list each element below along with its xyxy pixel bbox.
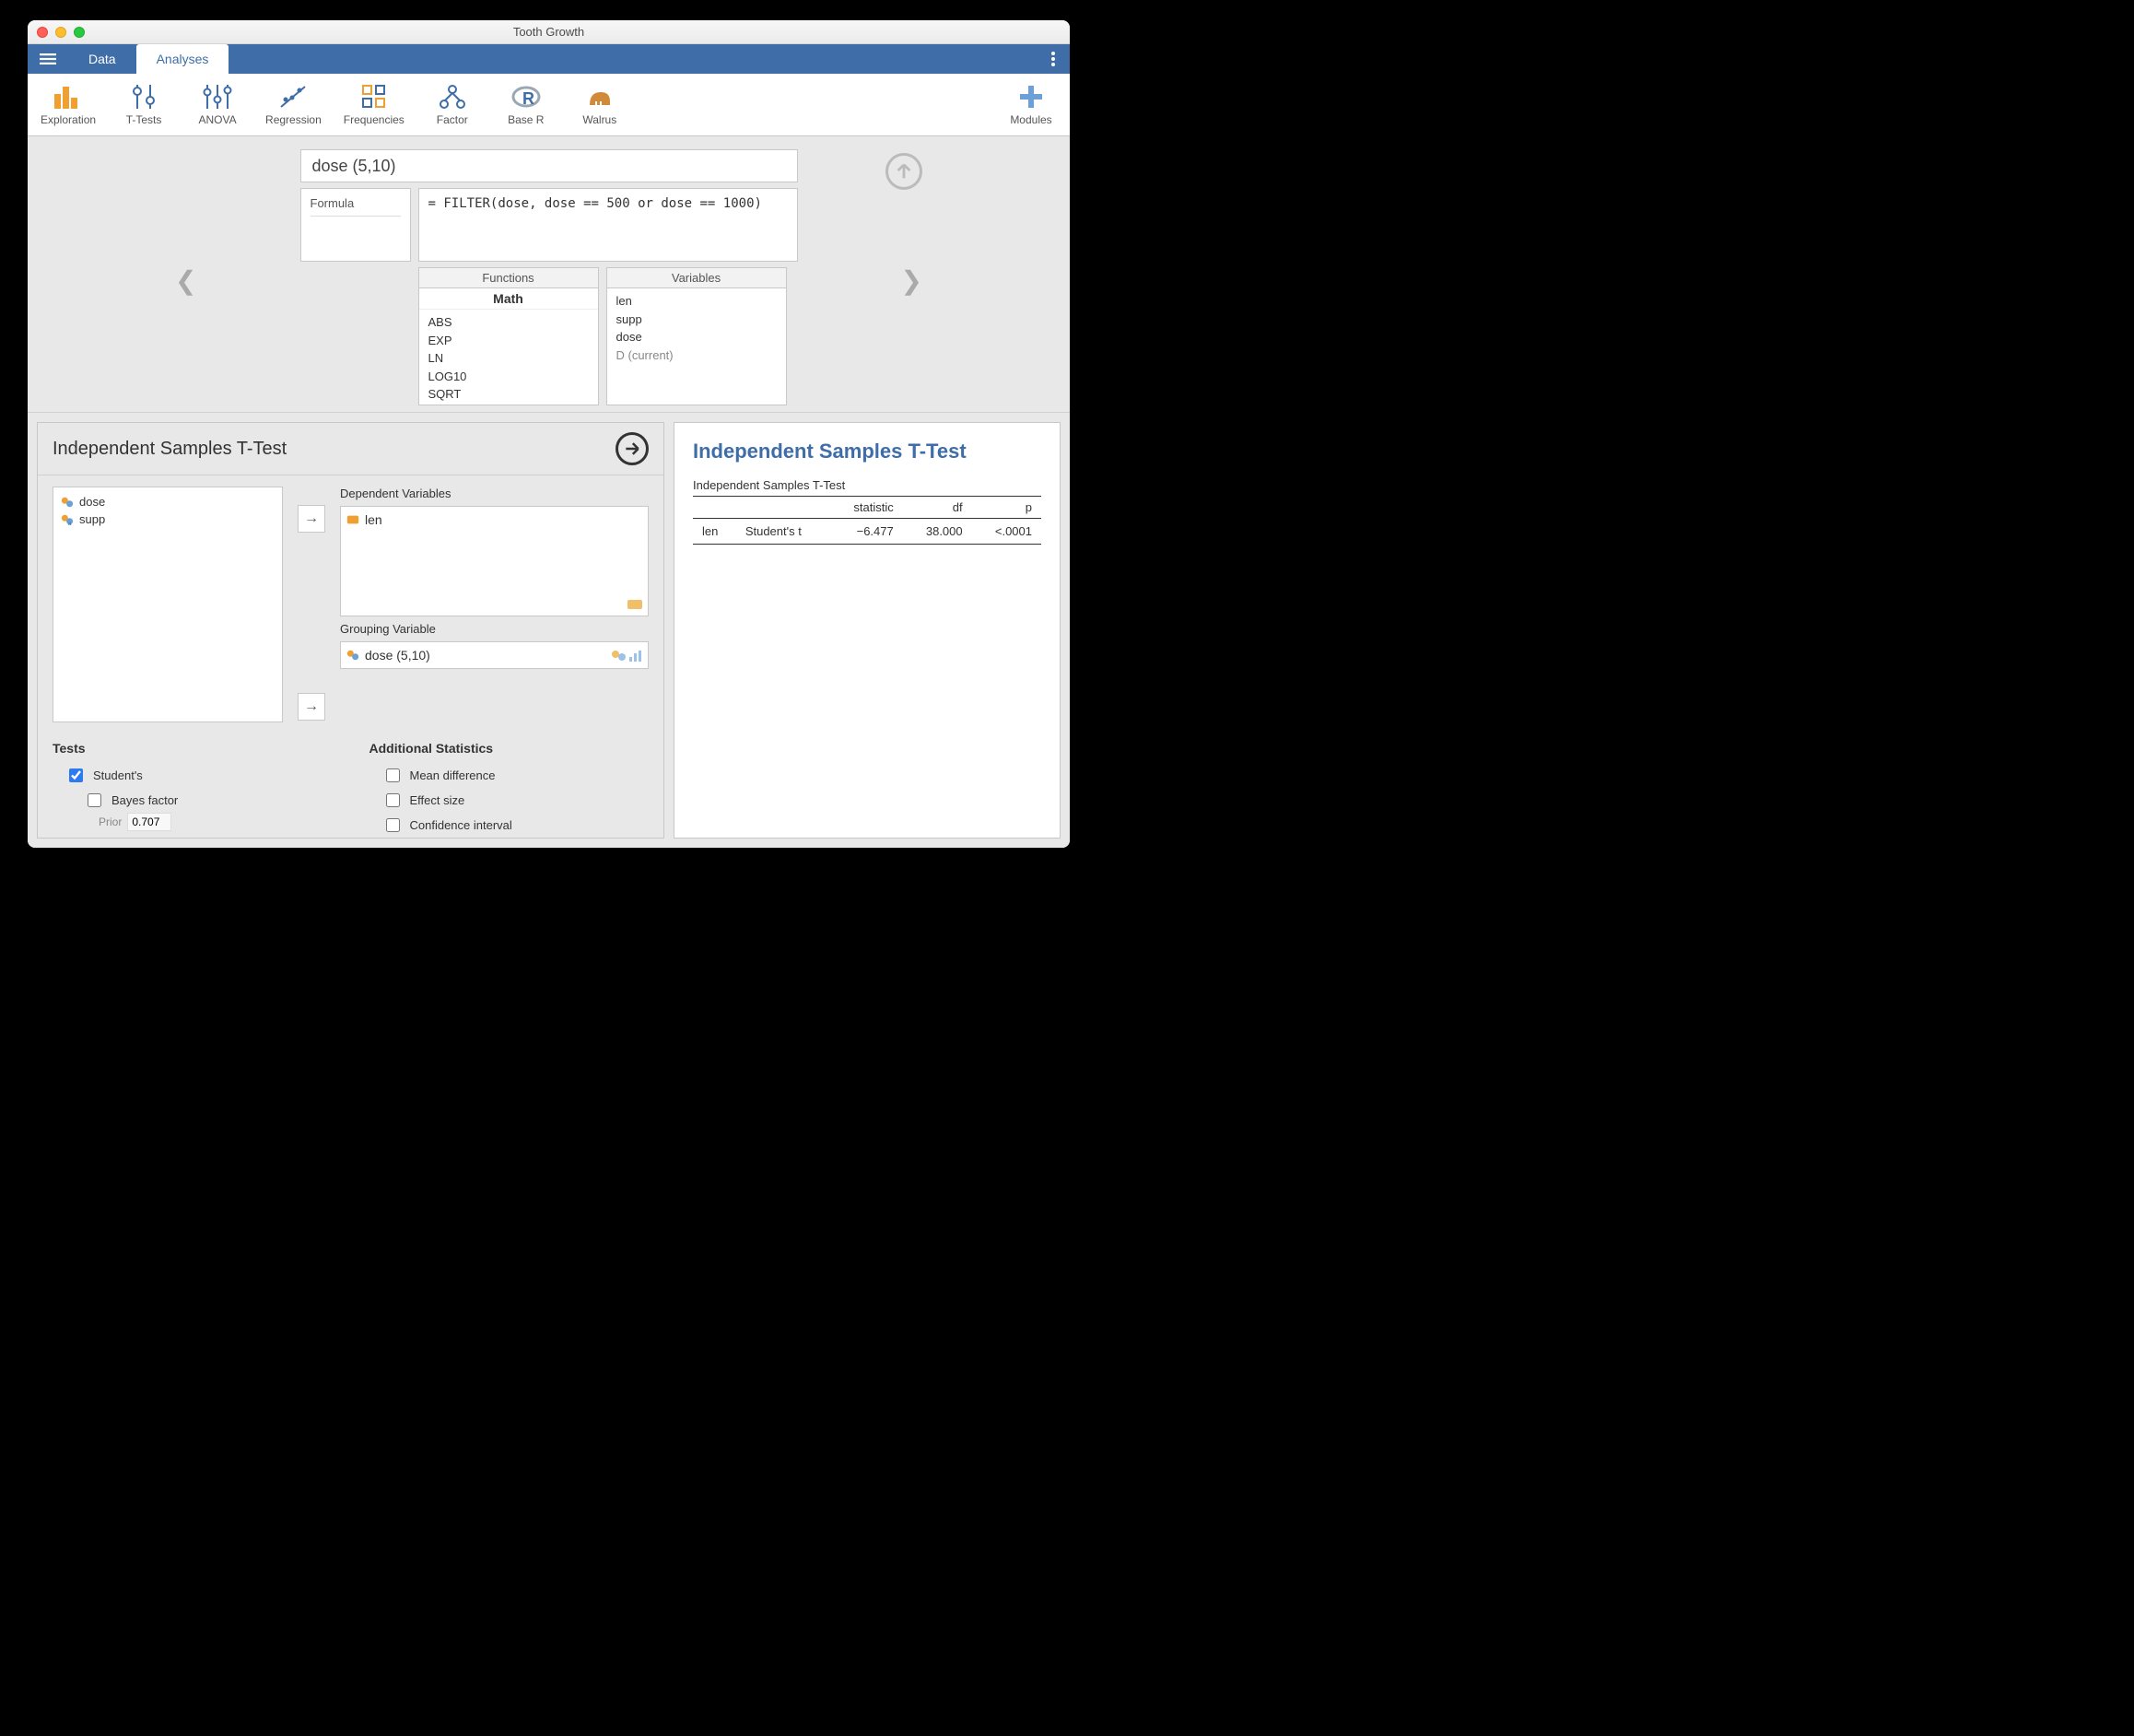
results-panel: Independent Samples T-Test Independent S… [674,422,1061,839]
function-item[interactable]: LN [428,349,589,368]
walrus-icon [584,84,616,110]
results-table-title: Independent Samples T-Test [693,478,1041,492]
titlebar: Tooth Growth [28,20,1070,44]
overflow-menu-button[interactable] [1037,44,1070,74]
ribbon-tabs: Data Analyses [28,44,1070,74]
col-df: df [903,497,972,519]
col-p: p [972,497,1041,519]
app-window: Tooth Growth Data Analyses Exploration [28,20,1070,848]
formula-code-input[interactable]: = FILTER(dose, dose == 500 or dose == 10… [418,188,798,262]
run-analysis-button[interactable] [616,432,649,465]
effsize-checkbox[interactable] [386,793,400,807]
continuous-icon [346,513,359,526]
next-variable-button[interactable]: ❯ [901,265,922,296]
variable-item[interactable]: len [616,292,777,311]
options-panel: Independent Samples T-Test dose [37,422,664,839]
grouping-variable-slot[interactable]: dose (5,10) [340,641,649,669]
variable-name-input[interactable]: dose (5,10) [300,149,798,182]
analysis-split: Independent Samples T-Test dose [28,413,1070,848]
formula-mode-label: Formula [300,188,411,262]
allowed-types-icon [611,649,642,664]
source-variables-list[interactable]: dose a supp [53,487,283,722]
computed-variable-editor: ❮ ❯ dose (5,10) Formula = FILTER(dose, d… [28,136,1070,413]
dependent-variables-slot[interactable]: len [340,506,649,616]
svg-text:R: R [522,89,534,108]
tests-header: Tests [53,741,333,756]
prior-input[interactable] [127,813,171,831]
addl-stats-header: Additional Statistics [369,741,650,756]
minimize-window-button[interactable] [55,27,66,38]
collapse-editor-button[interactable] [885,153,922,190]
svg-text:a: a [68,521,72,526]
check-effsize[interactable]: Effect size [369,788,650,813]
results-heading: Independent Samples T-Test [693,440,1041,463]
nominal-icon [346,649,359,662]
bayes-checkbox[interactable] [88,793,101,807]
tool-modules[interactable]: Modules [1005,84,1057,126]
tab-analyses[interactable]: Analyses [136,44,229,74]
nominal-icon [61,496,74,509]
bar-chart-icon [53,84,84,110]
tool-baser[interactable]: R Base R [500,84,552,126]
tool-anova[interactable]: ANOVA [192,84,243,126]
tool-factor[interactable]: Factor [427,84,478,126]
check-ci[interactable]: Confidence interval [369,813,650,838]
ttest-icon [128,84,159,110]
prev-variable-button[interactable]: ❮ [175,265,196,296]
variable-item[interactable]: supp [616,311,777,329]
functions-group: Math [419,288,598,310]
list-item[interactable]: a supp [59,510,276,528]
options-title: Independent Samples T-Test [53,439,287,460]
function-item[interactable]: SQRT [428,385,589,404]
tool-exploration[interactable]: Exploration [41,84,96,126]
analysis-toolbar: Exploration T-Tests ANOVA Regression [28,74,1070,136]
tool-regression[interactable]: Regression [265,84,322,126]
nominal-text-icon: a [61,513,74,526]
move-to-grouping-button[interactable]: → [298,693,325,721]
frequencies-icon [358,84,390,110]
function-item[interactable]: EXP [428,332,589,350]
variables-panel: Variables len supp dose D (current) [606,267,787,405]
tab-data[interactable]: Data [68,44,136,74]
tool-frequencies[interactable]: Frequencies [344,84,405,126]
meandiff-checkbox[interactable] [386,768,400,782]
students-checkbox[interactable] [69,768,83,782]
function-item[interactable]: ABS [428,313,589,332]
variables-header: Variables [607,268,786,288]
tool-walrus[interactable]: Walrus [574,84,626,126]
tool-ttests[interactable]: T-Tests [118,84,170,126]
r-logo-icon: R [510,84,542,110]
functions-panel: Functions Math ABS EXP LN LOG10 SQRT [418,267,599,405]
anova-icon [202,84,233,110]
plus-icon [1015,84,1047,110]
functions-header: Functions [419,268,598,288]
check-bayes[interactable]: Bayes factor [53,788,333,813]
move-to-dependent-button[interactable]: → [298,505,325,533]
variable-item-current: D (current) [616,346,777,365]
function-item[interactable]: LOG10 [428,368,589,386]
factor-icon [437,84,468,110]
ci-checkbox[interactable] [386,818,400,832]
dependent-label: Dependent Variables [340,487,649,500]
main-menu-button[interactable] [28,44,68,74]
continuous-type-icon [627,597,642,612]
regression-icon [277,84,309,110]
prior-label: Prior [99,815,122,828]
check-meandiff[interactable]: Mean difference [369,763,650,788]
table-row: len Student's t −6.477 38.000 <.0001 [693,519,1041,545]
col-statistic: statistic [829,497,902,519]
variable-item[interactable]: dose [616,328,777,346]
results-table: statistic df p len Student's t −6.477 38… [693,496,1041,545]
check-students[interactable]: Student's [53,763,333,788]
grouping-label: Grouping Variable [340,622,649,636]
window-title: Tooth Growth [513,25,584,39]
close-window-button[interactable] [37,27,48,38]
zoom-window-button[interactable] [74,27,85,38]
list-item[interactable]: dose [59,493,276,510]
